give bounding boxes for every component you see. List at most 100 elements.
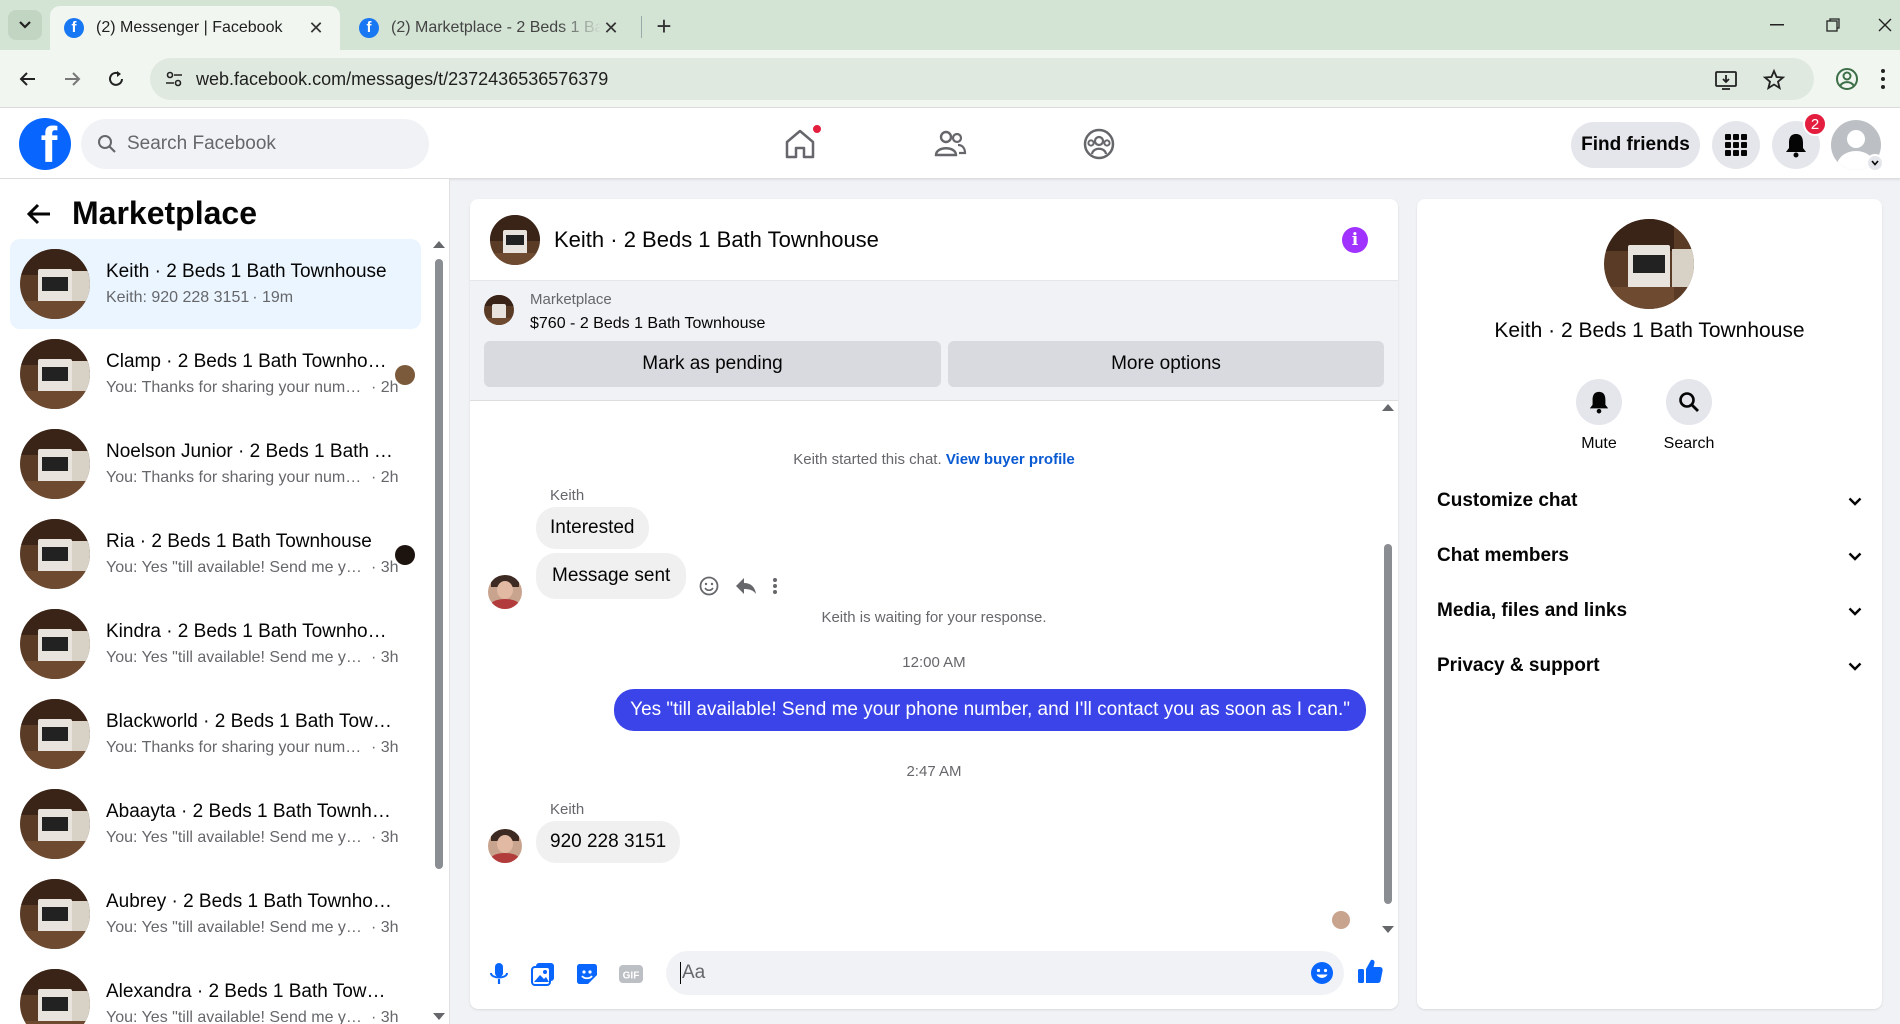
minimize-button[interactable] (1754, 8, 1800, 42)
close-window-button[interactable] (1862, 8, 1900, 42)
scrollbar-thumb[interactable] (1384, 544, 1392, 904)
conversation-item[interactable]: Noelson Junior · 2 Beds 1 Bath Townhouse… (10, 419, 421, 509)
timestamp: 12:00 AM (902, 654, 966, 671)
emoji-icon[interactable] (1310, 961, 1334, 985)
conversation-item[interactable]: Abaayta · 2 Beds 1 Bath Townhouse You: Ye… (10, 779, 421, 869)
conversation-name: Alexandra · 2 Beds 1 Bath Townhouse (106, 981, 396, 1002)
browser-menu-icon[interactable] (1878, 66, 1888, 92)
media-files-links-section[interactable]: Media, files and links (1437, 591, 1862, 631)
message-bubble[interactable]: 920 228 3151 (536, 821, 681, 863)
forward-button[interactable] (56, 63, 88, 95)
reload-button[interactable] (100, 63, 132, 95)
thumbs-up-icon[interactable] (1356, 957, 1384, 985)
customize-chat-section[interactable]: Customize chat (1437, 481, 1862, 521)
section-label: Chat members (1437, 545, 1569, 566)
find-friends-button[interactable]: Find friends (1571, 122, 1700, 168)
listing-large-thumbnail[interactable] (1604, 219, 1694, 309)
read-receipt-avatar (395, 365, 415, 385)
conversation-preview: You: Thanks for sharing your number (106, 379, 368, 396)
facebook-favicon-icon: f (64, 18, 84, 38)
scroll-down-icon[interactable] (433, 1013, 445, 1020)
listing-thumbnail[interactable] (490, 214, 540, 265)
listing-title[interactable]: $760 - 2 Beds 1 Bath Townhouse (530, 315, 765, 333)
react-emoji-icon[interactable] (698, 575, 720, 597)
microphone-icon[interactable] (486, 961, 512, 987)
conversation-list: Keith · 2 Beds 1 Bath Townhouse Keith: 92… (10, 239, 421, 1024)
conversation-preview: Keith: 920 228 3151 (106, 289, 250, 306)
outgoing-message-bubble[interactable]: Yes "till available! Send me your phone … (614, 689, 1366, 731)
reply-icon[interactable] (734, 575, 758, 597)
conversation-time: · 19m (252, 289, 294, 306)
photo-icon[interactable] (530, 961, 556, 987)
gif-icon[interactable]: GIF (618, 961, 644, 987)
sender-avatar[interactable] (488, 829, 522, 863)
sender-avatar[interactable] (488, 575, 522, 609)
chevron-down-icon (1848, 662, 1862, 671)
chat-members-section[interactable]: Chat members (1437, 536, 1862, 576)
listing-mini-thumbnail[interactable] (484, 295, 514, 325)
friends-icon[interactable] (932, 126, 968, 162)
mark-as-pending-button[interactable]: Mark as pending (484, 341, 941, 387)
conversation-item[interactable]: Clamp · 2 Beds 1 Bath Townhouse You: Than… (10, 329, 421, 419)
conversation-item[interactable]: Kindra · 2 Beds 1 Bath Townhouse You: Yes… (10, 599, 421, 689)
account-dropdown[interactable] (1866, 154, 1884, 172)
close-icon (1878, 18, 1892, 32)
site-info-icon[interactable] (164, 69, 184, 89)
install-app-icon[interactable] (1714, 68, 1738, 92)
new-tab-button[interactable]: + (650, 11, 678, 41)
conversation-item[interactable]: Aubrey · 2 Beds 1 Bath Townhouse You: Yes… (10, 869, 421, 959)
more-options-button[interactable]: More options (948, 341, 1384, 387)
arrow-right-icon (65, 72, 81, 86)
address-bar[interactable]: web.facebook.com/messages/t/237243653657… (150, 58, 1814, 100)
chat-scrollbar[interactable] (1382, 404, 1394, 934)
conversation-time: · 2h (371, 379, 399, 396)
message-bubble[interactable]: Interested (536, 507, 649, 549)
mute-action[interactable]: Mute (1559, 379, 1639, 453)
details-title: Keith · 2 Beds 1 Bath Townhouse (1494, 319, 1805, 342)
listing-thumbnail (20, 429, 90, 499)
reload-icon (109, 71, 123, 86)
tab-marketplace[interactable]: f (2) Marketplace - 2 Beds 1 Bath Townho… (345, 6, 635, 50)
message-bubble[interactable]: Message sent (536, 553, 687, 599)
chat-title[interactable]: Keith · 2 Beds 1 Bath Townhouse (554, 227, 879, 253)
conversation-panel: Marketplace Keith · 2 Beds 1 Bath Townho… (0, 179, 450, 1024)
back-button[interactable] (12, 63, 44, 95)
bookmark-star-icon[interactable] (1762, 68, 1786, 92)
sender-name: Keith (550, 487, 585, 504)
facebook-logo[interactable]: f (19, 118, 71, 170)
tab-divider (641, 16, 642, 38)
back-arrow-icon[interactable] (26, 202, 52, 226)
scrollbar-thumb[interactable] (435, 259, 443, 869)
menu-button[interactable] (1712, 121, 1760, 169)
conversation-preview: You: Yes "till available! Send me your p… (106, 829, 368, 846)
sticker-icon[interactable] (574, 961, 600, 987)
svg-text:GIF: GIF (623, 971, 640, 982)
marketplace-listing-bar: Marketplace $760 - 2 Beds 1 Bath Townhou… (470, 281, 1398, 401)
more-actions-icon[interactable] (772, 575, 778, 597)
tab-messenger[interactable]: f (2) Messenger | Facebook ✕ (50, 6, 340, 50)
home-notification-dot (812, 124, 822, 134)
close-tab-icon[interactable]: ✕ (601, 18, 621, 38)
scroll-up-icon[interactable] (433, 241, 445, 248)
facebook-search-input[interactable]: Search Facebook (81, 119, 429, 169)
groups-icon[interactable] (1081, 126, 1117, 162)
scroll-down-icon[interactable] (1382, 926, 1394, 933)
profile-icon[interactable] (1834, 66, 1860, 92)
restore-button[interactable] (1810, 8, 1856, 42)
privacy-support-section[interactable]: Privacy & support (1437, 646, 1862, 686)
message-input[interactable]: Aa (666, 951, 1344, 995)
close-tab-icon[interactable]: ✕ (306, 18, 326, 38)
listing-thumbnail (20, 609, 90, 679)
timestamp: 2:47 AM (906, 763, 962, 780)
conversation-item[interactable]: Ria · 2 Beds 1 Bath Townhouse You: Yes "t… (10, 509, 421, 599)
conversation-item[interactable]: Alexandra · 2 Beds 1 Bath Townhouse You: … (10, 959, 421, 1024)
tab-search-button[interactable] (8, 10, 42, 40)
conversation-preview: You: Yes "till available! Send me your p… (106, 1009, 368, 1024)
conversation-item[interactable]: Blackworld · 2 Beds 1 Bath Townhouse You:… (10, 689, 421, 779)
conversation-scrollbar[interactable] (433, 241, 445, 1021)
view-buyer-profile-link[interactable]: View buyer profile (946, 451, 1075, 468)
conversation-item[interactable]: Keith · 2 Beds 1 Bath Townhouse Keith: 92… (10, 239, 421, 329)
scroll-up-icon[interactable] (1382, 404, 1394, 411)
info-icon[interactable]: i (1342, 227, 1368, 253)
search-action[interactable]: Search (1649, 379, 1729, 453)
